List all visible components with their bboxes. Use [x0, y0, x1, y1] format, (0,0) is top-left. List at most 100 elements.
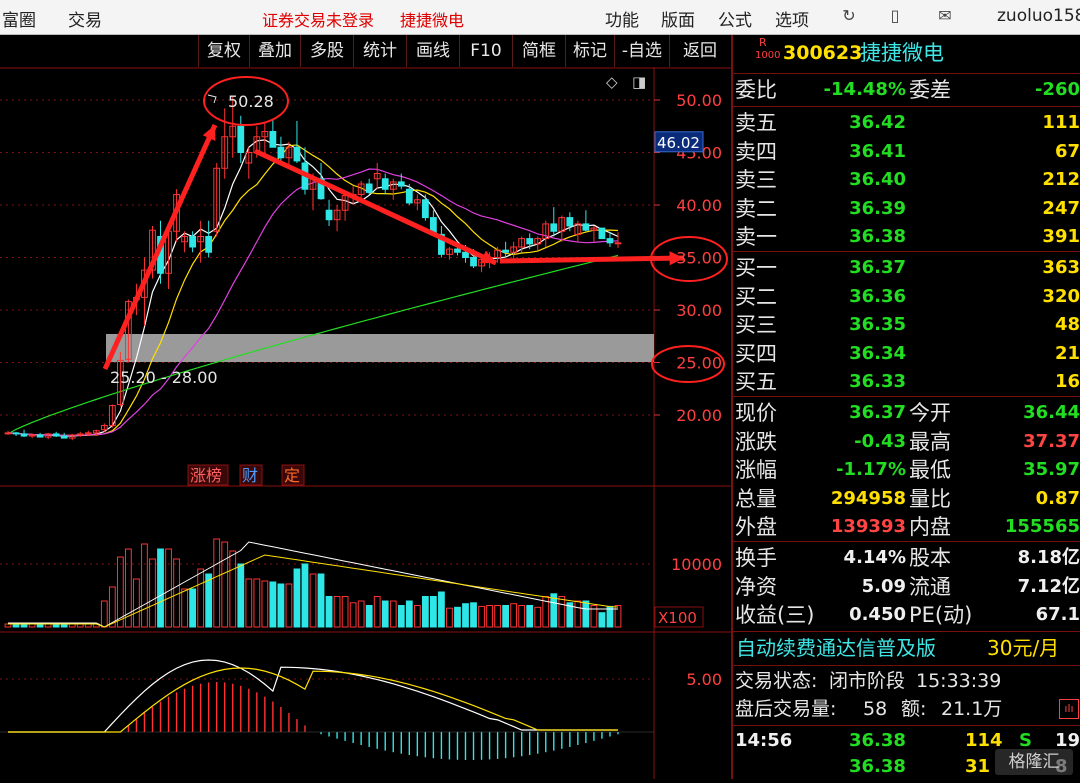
candle-body [52, 433, 60, 437]
event-tag[interactable]: 涨榜 [190, 466, 222, 485]
bid-row[interactable]: 买五 36.33 16 [733, 368, 1080, 396]
bid-volume: 363 [1042, 257, 1080, 278]
refresh-icon[interactable]: ↻ [838, 6, 860, 26]
volume-bar [277, 583, 285, 628]
kline-chart[interactable]: 50.28 50.0045.0040.0035.0030.0025.0020.0… [0, 67, 731, 779]
bid-price: 36.37 [849, 257, 906, 278]
button-multi-stock[interactable]: 多股 [300, 35, 353, 67]
event-tag[interactable]: 财 [242, 466, 258, 485]
volume-bar [405, 600, 413, 628]
quote-value: 35.97 [1023, 459, 1080, 480]
user-name[interactable]: zuoluo158 [997, 6, 1080, 26]
volume-bar [494, 605, 501, 628]
macd-dea-line [8, 667, 618, 733]
volume-bar [173, 558, 180, 628]
support-zone-label: 25.20 - 28.00 [110, 368, 218, 387]
volume-bar [100, 600, 108, 628]
button-back[interactable]: 返回 [669, 35, 730, 67]
bar-chart-icon[interactable]: ılı [1059, 699, 1079, 719]
ask-volume: 391 [1042, 226, 1080, 247]
volume-bar [341, 596, 349, 628]
candle-body [550, 223, 558, 232]
ask-volume: 212 [1042, 169, 1080, 190]
quote-label: 今开 [909, 401, 951, 425]
fundamental-label: 收益(三) [735, 603, 815, 627]
trade-status-value: 闭市阶段 [829, 670, 906, 692]
promo-banner[interactable]: 自动续费通达信普及版 30元/月 [733, 633, 1080, 663]
menu-formula[interactable]: 公式 [718, 6, 752, 31]
phone-icon[interactable]: ▯ [884, 6, 906, 26]
current-price-label: 46.02 [657, 134, 700, 152]
volume-bar [293, 568, 301, 628]
menu-function[interactable]: 功能 [605, 6, 639, 31]
button-f10[interactable]: F10 [459, 35, 512, 67]
button-watchlist[interactable]: -自选 [614, 35, 669, 67]
chart-area[interactable]: 50.28 50.00 45.00 40.00 35.00 30.00 25.00 20.0… [0, 67, 731, 779]
notice-stock-name: 捷捷微电 [400, 11, 465, 30]
volume-bar [149, 558, 156, 628]
candle-body [526, 238, 534, 245]
quote-label: 现价 [735, 401, 777, 425]
candle-body [462, 251, 469, 258]
ask-row[interactable]: 卖一 36.38 391 [733, 223, 1080, 251]
promo-text[interactable]: 自动续费通达信普及版 [736, 633, 936, 663]
button-draw-line[interactable]: 画线 [406, 35, 459, 67]
peak-price-label: 50.28 [228, 92, 274, 111]
candle-body [269, 131, 277, 148]
afterhours-amount-label: 额: [901, 698, 927, 720]
button-fuquan[interactable]: 复权 [198, 35, 249, 67]
ask-row[interactable]: 卖三 36.40 212 [733, 166, 1080, 194]
fundamental-value: 7.12亿 [1017, 575, 1080, 597]
volume-bar [213, 538, 221, 628]
ask-row[interactable]: 卖五 36.42 111 [733, 109, 1080, 137]
event-tag[interactable]: 定 [284, 466, 300, 485]
volume-bar [478, 605, 485, 628]
candle-body [293, 146, 301, 162]
weibi-value: -14.48% [823, 79, 906, 100]
volume-bar [269, 581, 277, 628]
candle-body [470, 257, 477, 267]
volume-bar [454, 606, 461, 628]
button-statistics[interactable]: 统计 [353, 35, 406, 67]
ask-row[interactable]: 卖四 36.41 67 [733, 138, 1080, 166]
fundamental-value: 67.1 [1035, 604, 1080, 625]
volume-bar [582, 600, 590, 628]
tab-trade[interactable]: 交易 [68, 6, 102, 31]
menu-layout[interactable]: 版面 [661, 6, 695, 31]
volume-bar [285, 583, 293, 628]
volume-bar [141, 543, 148, 628]
candle-body [325, 209, 333, 221]
ask-row[interactable]: 卖二 36.39 247 [733, 195, 1080, 223]
volume-bar [317, 573, 325, 628]
quote-label: 涨幅 [735, 458, 777, 482]
volume-bar [357, 600, 365, 628]
button-mark[interactable]: 标记 [565, 35, 614, 67]
candle-body [502, 249, 510, 253]
volume-bar [526, 605, 534, 628]
promo-price[interactable]: 30元/月 [987, 633, 1059, 663]
quote-row: 涨幅 -1.17% 最低 35.97 [733, 456, 1080, 484]
menu-options[interactable]: 选项 [775, 6, 809, 31]
trade-status-row: 交易状态: 闭市阶段 15:33:39 [733, 667, 1080, 695]
bid-label: 买五 [735, 370, 777, 394]
button-simple-frame[interactable]: 简框 [512, 35, 565, 67]
panel-toggle-icon[interactable]: ◨ [632, 73, 646, 91]
fundamental-value: 4.14% [843, 547, 906, 568]
price-tick-label: 25.00 [676, 354, 722, 373]
tick-price: 36.38 [849, 756, 906, 777]
bid-price: 36.36 [849, 285, 906, 307]
fundamental-row: 换手 4.14% 股本 8.18亿 [733, 544, 1080, 572]
bid-row[interactable]: 买二 36.36 320 [733, 283, 1080, 311]
button-overlay[interactable]: 叠加 [249, 35, 300, 67]
weicha-label: 委差 [909, 78, 951, 102]
bid-row[interactable]: 买三 36.35 48 [733, 311, 1080, 339]
tab-fuquan[interactable]: 富圈 [2, 6, 36, 31]
diamond-icon[interactable]: ◇ [606, 73, 618, 91]
mail-icon[interactable]: ✉ [934, 6, 956, 26]
ask-label: 卖二 [735, 196, 777, 221]
ask-label: 卖一 [735, 225, 777, 249]
login-notice[interactable]: 证券交易未登录 [262, 7, 374, 31]
ask-price: 36.41 [849, 140, 906, 162]
bid-row[interactable]: 买一 36.37 363 [733, 254, 1080, 282]
bid-row[interactable]: 买四 36.34 21 [733, 340, 1080, 368]
